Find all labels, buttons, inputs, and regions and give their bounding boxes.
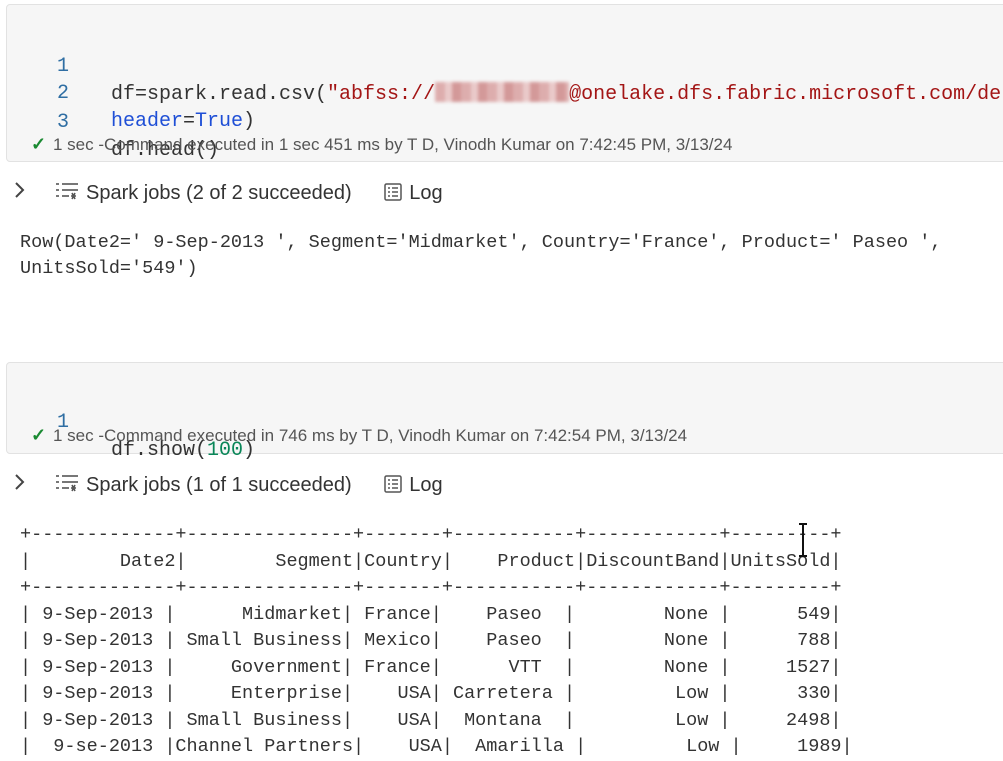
code-cell-2[interactable]: 1 df.show(100) ✓ 1 sec -Command executed … — [6, 362, 1003, 462]
log-link[interactable]: Log — [409, 182, 442, 204]
spark-jobs-icon — [54, 180, 86, 211]
output-line: Row(Date2=' 9-Sep-2013 ', Segment='Midma… — [20, 232, 942, 253]
spark-jobs-label: Spark jobs (1 of 1 succeeded) — [86, 474, 352, 496]
code-token: ) — [243, 110, 256, 133]
checkmark-icon: ✓ — [31, 134, 47, 154]
spark-jobs-row-2[interactable]: Spark jobs (1 of 1 succeeded) Log — [14, 470, 443, 500]
keyword-token: True — [195, 110, 244, 133]
code-line-1[interactable]: 1 df.show(100) — [7, 381, 255, 462]
checkmark-icon: ✓ — [31, 425, 47, 445]
spark-jobs-label: Spark jobs (2 of 2 succeeded) — [86, 182, 352, 204]
chevron-right-icon[interactable] — [14, 178, 54, 208]
code-line-1[interactable]: 1 df=spark.read.csv("abfss:// @onelake.df… — [7, 25, 1001, 106]
string-token: "abfss:// — [327, 83, 436, 106]
chevron-right-icon[interactable] — [14, 470, 54, 500]
status-text: 1 sec -Command executed in 1 sec 451 ms … — [53, 135, 733, 154]
spark-jobs-icon — [54, 472, 86, 503]
execution-status: ✓ 1 sec -Command executed in 746 ms by T … — [31, 423, 687, 447]
dataframe-table-output: +-------------+---------------+-------+-… — [20, 524, 853, 757]
code-cell-1[interactable]: 1 df=spark.read.csv("abfss:// @onelake.df… — [6, 4, 1003, 162]
cell-output-1: Row(Date2=' 9-Sep-2013 ', Segment='Midma… — [20, 230, 941, 282]
code-line-2[interactable]: 2 header=True) — [7, 52, 255, 133]
execution-status: ✓ 1 sec -Command executed in 1 sec 451 ms… — [31, 132, 732, 156]
keyword-token: header — [111, 110, 184, 133]
code-line-3[interactable]: 3 df.head() — [7, 81, 219, 162]
status-text: 1 sec -Command executed in 746 ms by T D… — [53, 426, 688, 445]
line-number: 2 — [57, 82, 70, 105]
redacted-region — [435, 82, 570, 102]
string-token: @onelake.dfs.fabric.microsoft.com/de — [569, 83, 1002, 106]
log-icon[interactable] — [383, 473, 409, 503]
line-number: 1 — [57, 55, 70, 78]
text-cursor-icon — [798, 522, 807, 558]
code-token: df=spark.read.csv( — [111, 83, 328, 106]
output-line: UnitsSold='549') — [20, 258, 198, 279]
log-icon[interactable] — [383, 181, 409, 211]
code-token: = — [183, 110, 196, 133]
log-link[interactable]: Log — [409, 474, 442, 496]
spark-jobs-row-1[interactable]: Spark jobs (2 of 2 succeeded) Log — [14, 178, 443, 208]
code-text: df=spark.read.csv("abfss:// @onelake.dfs.… — [111, 81, 1001, 109]
